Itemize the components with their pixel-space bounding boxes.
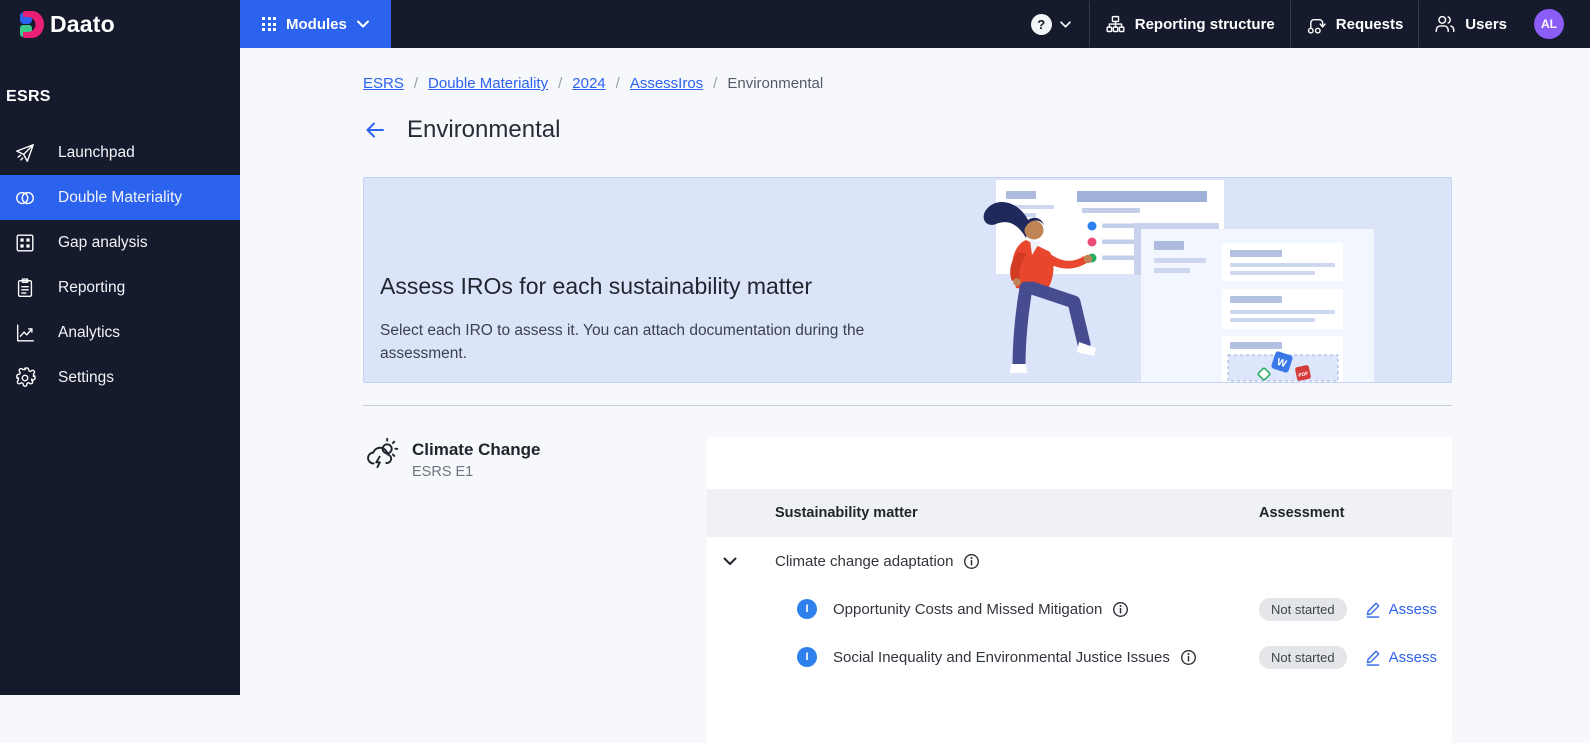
- breadcrumb-link-double-materiality[interactable]: Double Materiality: [428, 75, 548, 92]
- sidebar-item-reporting[interactable]: Reporting: [0, 265, 240, 310]
- users-label: Users: [1465, 15, 1507, 33]
- assess-label: Assess: [1388, 600, 1437, 618]
- sidebar-item-label: Gap analysis: [58, 233, 148, 251]
- assess-label: Assess: [1388, 648, 1437, 666]
- reporting-structure-button[interactable]: Reporting structure: [1090, 0, 1290, 48]
- help-menu[interactable]: ?: [1013, 13, 1089, 35]
- logo-text: Daato: [50, 10, 115, 37]
- iro-label: Social Inequality and Environmental Just…: [833, 648, 1170, 666]
- breadcrumb-current: Environmental: [727, 75, 824, 92]
- table-row-iro: I Social Inequality and Environmental Ju…: [707, 633, 1452, 681]
- banner-subtitle: Select each IRO to assess it. You can at…: [380, 322, 865, 362]
- breadcrumb-separator: /: [713, 75, 718, 92]
- top-bar: Daato Modules ? Reporting structure Requ…: [0, 0, 1590, 48]
- status-badge: Not started: [1259, 597, 1347, 621]
- table-header-row: Sustainability matter Assessment: [707, 489, 1452, 537]
- gear-icon: [16, 366, 36, 387]
- column-header-sustainability-matter: Sustainability matter: [775, 505, 918, 521]
- breadcrumb-separator: /: [413, 75, 419, 92]
- assess-iros-banner: Assess IROs for each sustainability matt…: [363, 177, 1452, 383]
- table-row-iro: I Opportunity Costs and Missed Mitigatio…: [707, 585, 1452, 633]
- pencil-icon: [1366, 602, 1380, 618]
- breadcrumb-link-2024[interactable]: 2024: [572, 75, 605, 92]
- table-row-group[interactable]: Climate change adaptation: [707, 537, 1452, 585]
- storm-cloud-sun-icon: [367, 437, 399, 469]
- reporting-structure-label: Reporting structure: [1134, 15, 1275, 33]
- paper-plane-icon: [16, 143, 34, 162]
- grid-panels-icon: [16, 234, 34, 251]
- modules-grid-icon: [262, 17, 276, 31]
- sitemap-icon: [1106, 15, 1125, 32]
- breadcrumb: ESRS / Double Materiality / 2024 / Asses…: [363, 75, 823, 92]
- section-divider: [363, 405, 1452, 406]
- topic-title: Climate Change: [412, 440, 541, 459]
- workflow-icon: [1307, 18, 1326, 34]
- sustainability-matters-table: Sustainability matter Assessment Climate…: [707, 437, 1452, 743]
- main-area: ESRS / Double Materiality / 2024 / Asses…: [240, 48, 1590, 743]
- user-avatar[interactable]: AL: [1534, 9, 1564, 39]
- modules-label: Modules: [286, 15, 347, 33]
- trend-chart-icon: [16, 324, 34, 341]
- chevron-down-icon: [1060, 20, 1071, 28]
- sidebar-item-analytics[interactable]: Analytics: [0, 310, 240, 355]
- requests-button[interactable]: Requests: [1291, 0, 1419, 48]
- back-arrow-button[interactable]: [363, 118, 387, 142]
- column-header-assessment: Assessment: [1259, 505, 1345, 521]
- sidebar-item-label: Double Materiality: [58, 188, 183, 206]
- daato-logo[interactable]: Daato: [0, 10, 240, 38]
- assess-button[interactable]: Assess: [1365, 601, 1437, 618]
- users-button[interactable]: Users: [1419, 0, 1522, 48]
- clipboard-icon: [17, 277, 33, 297]
- info-icon[interactable]: [963, 553, 980, 570]
- sidebar-item-label: Analytics: [58, 323, 121, 341]
- topbar-right-nav: ? Reporting structure Requests Users AL: [1013, 0, 1590, 48]
- breadcrumb-separator: /: [558, 75, 563, 92]
- impact-type-badge: I: [797, 599, 817, 619]
- info-icon[interactable]: [1180, 649, 1197, 666]
- topic-code: ESRS E1: [412, 464, 474, 480]
- users-icon: [1435, 15, 1455, 33]
- pencil-icon: [1366, 650, 1380, 666]
- daato-logo-icon: [20, 10, 44, 38]
- sidebar-item-label: Reporting: [58, 278, 126, 296]
- page-title: Environmental: [407, 116, 561, 143]
- requests-label: Requests: [1335, 15, 1404, 33]
- banner-illustration: W PDF: [983, 180, 1374, 382]
- table-toolbar: [707, 437, 1452, 489]
- status-badge: Not started: [1259, 645, 1347, 669]
- topic-header: Climate Change ESRS E1: [363, 437, 707, 695]
- sidebar-item-launchpad[interactable]: Launchpad: [0, 130, 240, 175]
- collapse-chevron-icon[interactable]: [719, 550, 741, 572]
- info-icon[interactable]: [1112, 601, 1129, 618]
- modules-button[interactable]: Modules: [240, 0, 391, 48]
- breadcrumb-separator: /: [615, 75, 620, 92]
- breadcrumb-link-assessiros[interactable]: AssessIros: [630, 75, 703, 92]
- sidebar-item-settings[interactable]: Settings: [0, 355, 240, 400]
- illustration-document-card: W PDF: [1141, 229, 1374, 382]
- help-icon: ?: [1030, 13, 1052, 35]
- pdf-file-icon: PDF: [1295, 365, 1311, 381]
- impact-type-badge: I: [797, 647, 817, 667]
- venn-circles-icon: [16, 191, 34, 204]
- chevron-down-icon: [356, 20, 369, 28]
- sidebar: ESRS Launchpad Double Materiality Gap an…: [0, 48, 240, 695]
- iro-label: Opportunity Costs and Missed Mitigation: [833, 600, 1103, 618]
- sidebar-item-label: Launchpad: [58, 143, 135, 161]
- banner-title: Assess IROs for each sustainability matt…: [380, 273, 813, 299]
- group-label: Climate change adaptation: [775, 552, 954, 570]
- sidebar-item-gap-analysis[interactable]: Gap analysis: [0, 220, 240, 265]
- sidebar-item-double-materiality[interactable]: Double Materiality: [0, 175, 240, 220]
- sidebar-item-label: Settings: [58, 368, 115, 386]
- assess-button[interactable]: Assess: [1365, 649, 1437, 666]
- breadcrumb-link-esrs[interactable]: ESRS: [363, 75, 404, 92]
- sidebar-section-title: ESRS: [6, 88, 51, 105]
